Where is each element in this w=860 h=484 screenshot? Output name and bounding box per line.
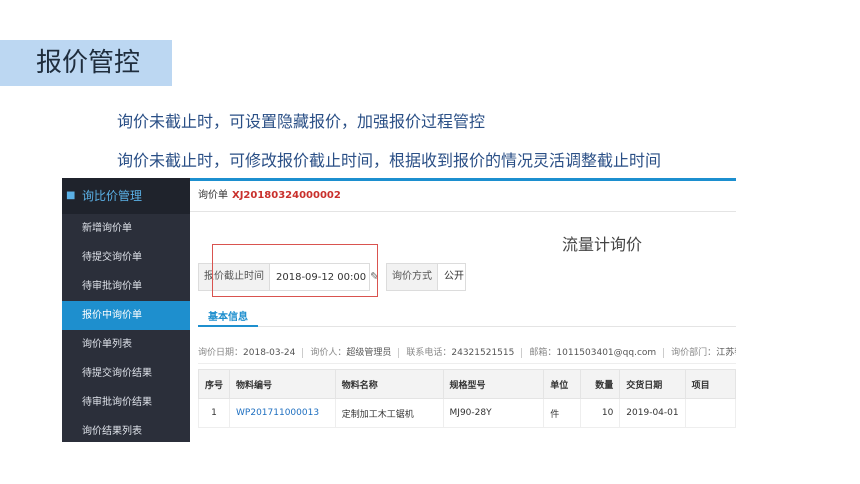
- info-person-label: 询价人：: [310, 348, 347, 358]
- inquiry-code: XJ20180324000002: [232, 190, 341, 201]
- info-person-value: 超级管理员: [346, 348, 392, 358]
- divider: [398, 347, 400, 358]
- bullet-1: 询价未截止时，可设置隐藏报价，加强报价过程管控: [117, 112, 486, 131]
- cell-material-code[interactable]: WP201711000013: [229, 398, 336, 428]
- sidebar-item-result-pending-approval[interactable]: 待审批询价结果: [62, 388, 190, 417]
- info-phone-value: 24321521515: [451, 348, 515, 358]
- cell-unit: 件: [543, 398, 581, 428]
- highlight-box: [212, 244, 378, 297]
- sidebar-header[interactable]: ■ 询比价管理: [62, 178, 190, 214]
- slide-title: 报价管控: [36, 48, 141, 78]
- sidebar-header-label: 询比价管理: [82, 189, 143, 203]
- sidebar: ■ 询比价管理 新增询价单 待提交询价单 待审批询价单 报价中询价单 询价单列表…: [62, 178, 190, 442]
- cell-material-name: 定制加工木工锯机: [334, 398, 444, 428]
- divider: [663, 347, 665, 358]
- table-header-row: 序号 物料编号 物料名称 规格型号 单位 数量 交货日期 项目: [197, 369, 736, 399]
- sidebar-item-pending-submit[interactable]: 待提交询价单: [62, 243, 190, 272]
- col-header-unit: 单位: [543, 369, 581, 399]
- info-date-value: 2018-03-24: [243, 348, 296, 358]
- info-date-label: 询价日期：: [198, 348, 244, 358]
- cell-delivery-date: 2019-04-01: [619, 398, 686, 428]
- col-header-name: 物料名称: [334, 369, 444, 399]
- inquiry-label: 询价单: [198, 190, 228, 201]
- info-dept-value: 江苏莓客易行网络: [716, 348, 736, 358]
- sidebar-item-new-inquiry[interactable]: 新增询价单: [62, 214, 190, 243]
- info-bar: 询价日期：2018-03-24 询价人：超级管理员 联系电话：24321521515…: [198, 343, 736, 364]
- tab-divider: [198, 326, 736, 327]
- cell-spec: MJ90-28Y: [442, 398, 545, 428]
- divider: [302, 347, 304, 358]
- divider: [521, 347, 523, 358]
- app-screenshot: ■ 询比价管理 新增询价单 待提交询价单 待审批询价单 报价中询价单 询价单列表…: [62, 178, 736, 442]
- method-label: 询价方式: [387, 264, 438, 290]
- col-header-spec: 规格型号: [442, 369, 545, 399]
- info-phone-label: 联系电话：: [406, 348, 452, 358]
- table-row: 1 WP201711000013 定制加工木工锯机 MJ90-28Y 件 10 …: [197, 398, 736, 428]
- sidebar-item-inquiry-list[interactable]: 询价单列表: [62, 330, 190, 359]
- cell-project: [684, 398, 736, 428]
- cell-qty: 10: [579, 398, 621, 428]
- sidebar-item-quoting[interactable]: 报价中询价单: [62, 301, 190, 330]
- menu-icon: ■: [66, 190, 76, 201]
- tab-basic-info[interactable]: 基本信息: [208, 308, 248, 323]
- materials-table: 序号 物料编号 物料名称 规格型号 单位 数量 交货日期 项目 1 WP2017…: [197, 369, 736, 428]
- method-value: 公开: [444, 271, 464, 282]
- col-header-index: 序号: [197, 369, 231, 399]
- col-header-qty: 数量: [579, 369, 621, 399]
- info-email-value: 1011503401@qq.com: [556, 348, 657, 358]
- tab-active-underline: [198, 325, 258, 327]
- col-header-project: 项目: [684, 369, 736, 399]
- sidebar-item-result-pending-submit[interactable]: 待提交询价结果: [62, 359, 190, 388]
- main-panel: 询价单 XJ20180324000002 流量计询价 报价截止时间 2018-09…: [190, 181, 736, 442]
- inquiry-title: 流量计询价: [562, 235, 643, 254]
- inquiry-header-bar: 询价单 XJ20180324000002: [190, 181, 736, 212]
- method-field: 询价方式 公开: [386, 263, 466, 291]
- col-header-code: 物料编号: [229, 369, 336, 399]
- info-email-label: 邮箱：: [529, 348, 557, 358]
- col-header-date: 交货日期: [619, 369, 686, 399]
- sidebar-item-pending-approval[interactable]: 待审批询价单: [62, 272, 190, 301]
- info-dept-label: 询价部门：: [671, 348, 717, 358]
- cell-index: 1: [197, 398, 231, 428]
- bullet-2: 询价未截止时，可修改报价截止时间，根据收到报价的情况灵活调整截止时间: [117, 151, 662, 170]
- sidebar-item-result-list[interactable]: 询价结果列表: [62, 417, 190, 442]
